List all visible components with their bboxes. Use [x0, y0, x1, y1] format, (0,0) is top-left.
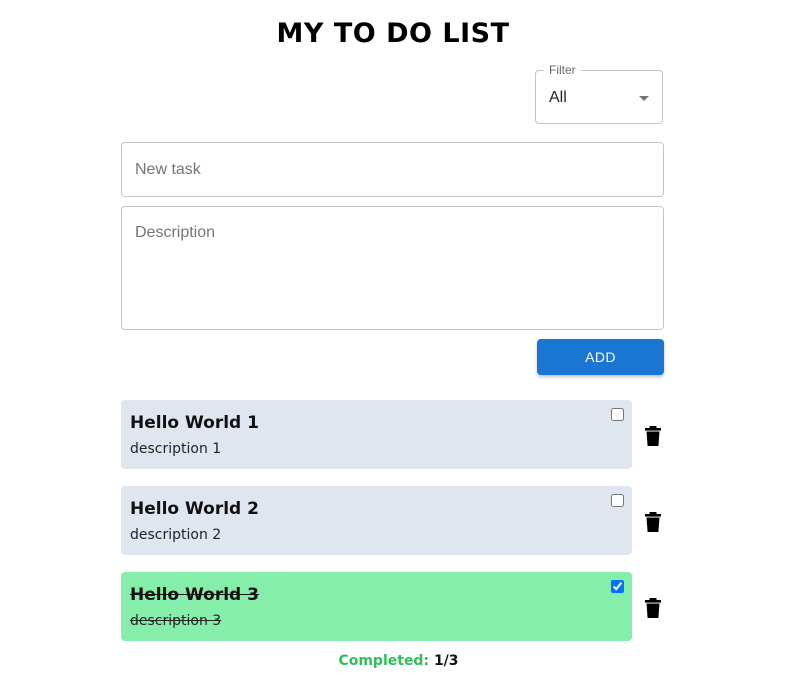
task-description: description 3 [130, 613, 222, 629]
trash-icon [645, 512, 661, 532]
delete-task-button[interactable] [643, 424, 663, 448]
add-button[interactable]: ADD [537, 339, 664, 375]
trash-icon [645, 426, 661, 446]
task-complete-checkbox[interactable] [611, 580, 624, 593]
task-item: Hello World 3 description 3 [121, 572, 632, 641]
task-title: Hello World 2 [130, 499, 259, 519]
delete-task-button[interactable] [643, 596, 663, 620]
task-description: description 1 [130, 441, 222, 457]
filter-select[interactable]: Filter All [535, 63, 663, 124]
description-field [121, 206, 664, 330]
task-title: Hello World 1 [130, 413, 259, 433]
filter-selected-value: All [549, 89, 567, 106]
task-item: Hello World 1 description 1 [121, 400, 632, 469]
task-complete-checkbox[interactable] [611, 408, 624, 421]
filter-label: Filter [544, 63, 581, 77]
task-complete-checkbox[interactable] [611, 494, 624, 507]
task-title: Hello World 3 [130, 585, 259, 605]
todo-app: MY TO DO LIST Filter All ADD Hello World… [0, 0, 802, 691]
completed-summary: Completed: 1/3 [0, 653, 797, 669]
new-task-field [121, 142, 664, 197]
page-title: MY TO DO LIST [276, 18, 510, 49]
completed-count: 1/3 [433, 653, 459, 669]
new-task-input[interactable] [122, 143, 663, 196]
task-description: description 2 [130, 527, 222, 543]
delete-task-button[interactable] [643, 510, 663, 534]
completed-label: Completed: [338, 653, 430, 669]
description-input[interactable] [122, 207, 663, 327]
caret-down-icon [639, 96, 649, 101]
trash-icon [645, 598, 661, 618]
task-item: Hello World 2 description 2 [121, 486, 632, 555]
